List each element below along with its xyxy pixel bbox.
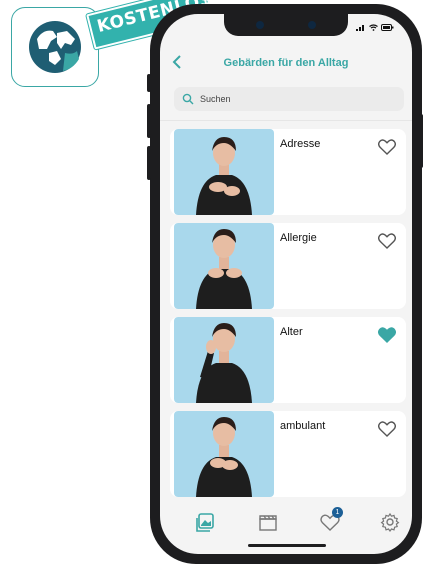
heart-outline-icon[interactable] [378,421,396,437]
heart-outline-icon[interactable] [378,233,396,249]
tab-videos[interactable] [256,510,280,534]
sign-video-thumbnail[interactable] [174,129,274,215]
list-item[interactable]: Adresse [170,129,406,215]
page-title: Gebärden für den Alltag [223,57,349,69]
sign-video-thumbnail[interactable] [174,223,274,309]
tab-gallery[interactable] [194,510,218,534]
tab-favorites[interactable]: 1 [318,507,343,534]
phone-frame: Gebärden für den Alltag Suchen Adresse A… [147,4,423,564]
divider [160,120,412,121]
app-icon [11,7,99,87]
gear-icon [380,512,400,532]
globe-icon [29,21,81,73]
signal-icon [356,25,364,31]
search-bar[interactable] [174,87,404,111]
nav-bar: Gebärden für den Alltag [160,54,412,76]
gallery-icon [196,513,214,532]
search-icon [182,93,194,105]
tab-settings[interactable] [378,510,402,534]
sign-word: ambulant [280,420,326,432]
home-indicator [248,544,326,547]
wifi-icon [369,24,378,31]
tab-bar: 1 [160,507,412,540]
search-input[interactable] [198,93,392,105]
clapperboard-icon [259,515,277,531]
sign-word: Adresse [280,138,321,150]
list-item[interactable]: Allergie [170,223,406,309]
list-item[interactable]: Alter [170,317,406,403]
heart-outline-icon[interactable] [378,139,396,155]
heart-filled-icon[interactable] [378,327,396,343]
list-item[interactable]: ambulant [170,411,406,497]
sign-video-thumbnail[interactable] [174,317,274,403]
status-icons [356,24,394,31]
sign-video-thumbnail[interactable] [174,411,274,497]
battery-icon [381,24,394,31]
sign-word: Alter [280,326,303,338]
app-screen: Gebärden für den Alltag Suchen Adresse A… [160,14,412,554]
notch [224,14,348,36]
favorites-count-badge: 1 [332,507,343,518]
sign-word: Allergie [280,232,317,244]
